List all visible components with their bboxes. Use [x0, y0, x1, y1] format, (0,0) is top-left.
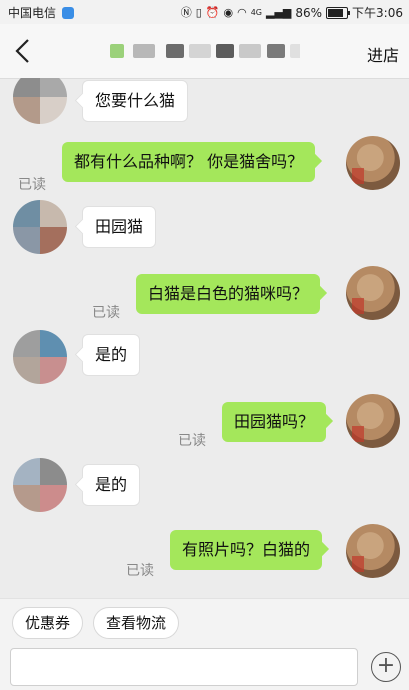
more-options-button[interactable]: + — [371, 652, 401, 682]
read-receipt: 已读 — [126, 563, 154, 579]
coupon-button[interactable]: 优惠券 — [12, 607, 84, 639]
eye-icon: ◉ — [223, 5, 234, 19]
message-bubble-received[interactable]: 田园猫 — [82, 206, 157, 248]
nfc-icon: Ⓝ — [180, 5, 192, 19]
message-bubble-sent[interactable]: 田园猫吗？ — [222, 402, 327, 442]
my-avatar[interactable] — [346, 266, 400, 320]
hd-icon — [61, 7, 74, 19]
message-input[interactable] — [10, 648, 358, 686]
quick-actions-bar: 优惠券 查看物流 — [0, 598, 409, 645]
chat-title-blurred — [110, 41, 300, 61]
plus-icon: + — [376, 653, 396, 678]
status-bar: 中国电信 Ⓝ ▯ ⏰ ◉ ◠ 4G ▂▄▆ 86% 下午3:06 — [0, 0, 409, 24]
read-receipt: 已读 — [178, 433, 206, 449]
message-bubble-received[interactable]: 您要什么猫 — [82, 80, 189, 122]
my-avatar[interactable] — [346, 524, 400, 578]
battery-fill — [328, 8, 344, 17]
read-receipt: 已读 — [92, 305, 120, 321]
contact-avatar[interactable] — [13, 458, 67, 512]
contact-avatar[interactable] — [13, 200, 67, 254]
carrier-name: 中国电信 — [8, 4, 74, 21]
vibrate-icon: ▯ — [195, 5, 202, 19]
message-bubble-sent[interactable]: 都有什么品种啊？ 你是猫舍吗？ — [62, 142, 316, 182]
my-avatar[interactable] — [346, 394, 400, 448]
message-bubble-received[interactable]: 是的 — [82, 464, 141, 506]
message-bubble-sent[interactable]: 白猫是白色的猫咪吗？ — [136, 274, 321, 314]
clock: 下午3:06 — [352, 6, 403, 20]
wifi-icon: ◠ — [237, 5, 247, 19]
back-arrow-icon — [15, 39, 29, 63]
message-bubble-sent[interactable]: 有照片吗？白猫的 — [170, 530, 323, 570]
view-logistics-button[interactable]: 查看物流 — [93, 607, 180, 639]
my-avatar[interactable] — [346, 136, 400, 190]
chat-header: 进店 — [0, 24, 409, 79]
read-receipt: 已读 — [18, 177, 46, 193]
input-bar: + — [0, 644, 409, 690]
back-button[interactable] — [8, 34, 40, 68]
network-type: 4G — [250, 7, 262, 17]
status-icons: Ⓝ ▯ ⏰ ◉ ◠ 4G ▂▄▆ 86% 下午3:06 — [181, 4, 403, 21]
signal-icon: ▂▄▆ — [265, 5, 292, 19]
enter-store-button[interactable]: 进店 — [367, 42, 399, 66]
message-list[interactable]: 您要什么猫 都有什么品种啊？ 你是猫舍吗？ 已读 田园猫 白猫是白色的猫咪吗？ … — [0, 78, 409, 598]
battery-icon — [326, 6, 351, 19]
message-bubble-received[interactable]: 是的 — [82, 334, 141, 376]
battery-percent: 86% — [295, 5, 323, 20]
contact-avatar[interactable] — [13, 330, 67, 384]
contact-avatar[interactable] — [13, 78, 67, 124]
alarm-icon: ⏰ — [205, 5, 220, 19]
